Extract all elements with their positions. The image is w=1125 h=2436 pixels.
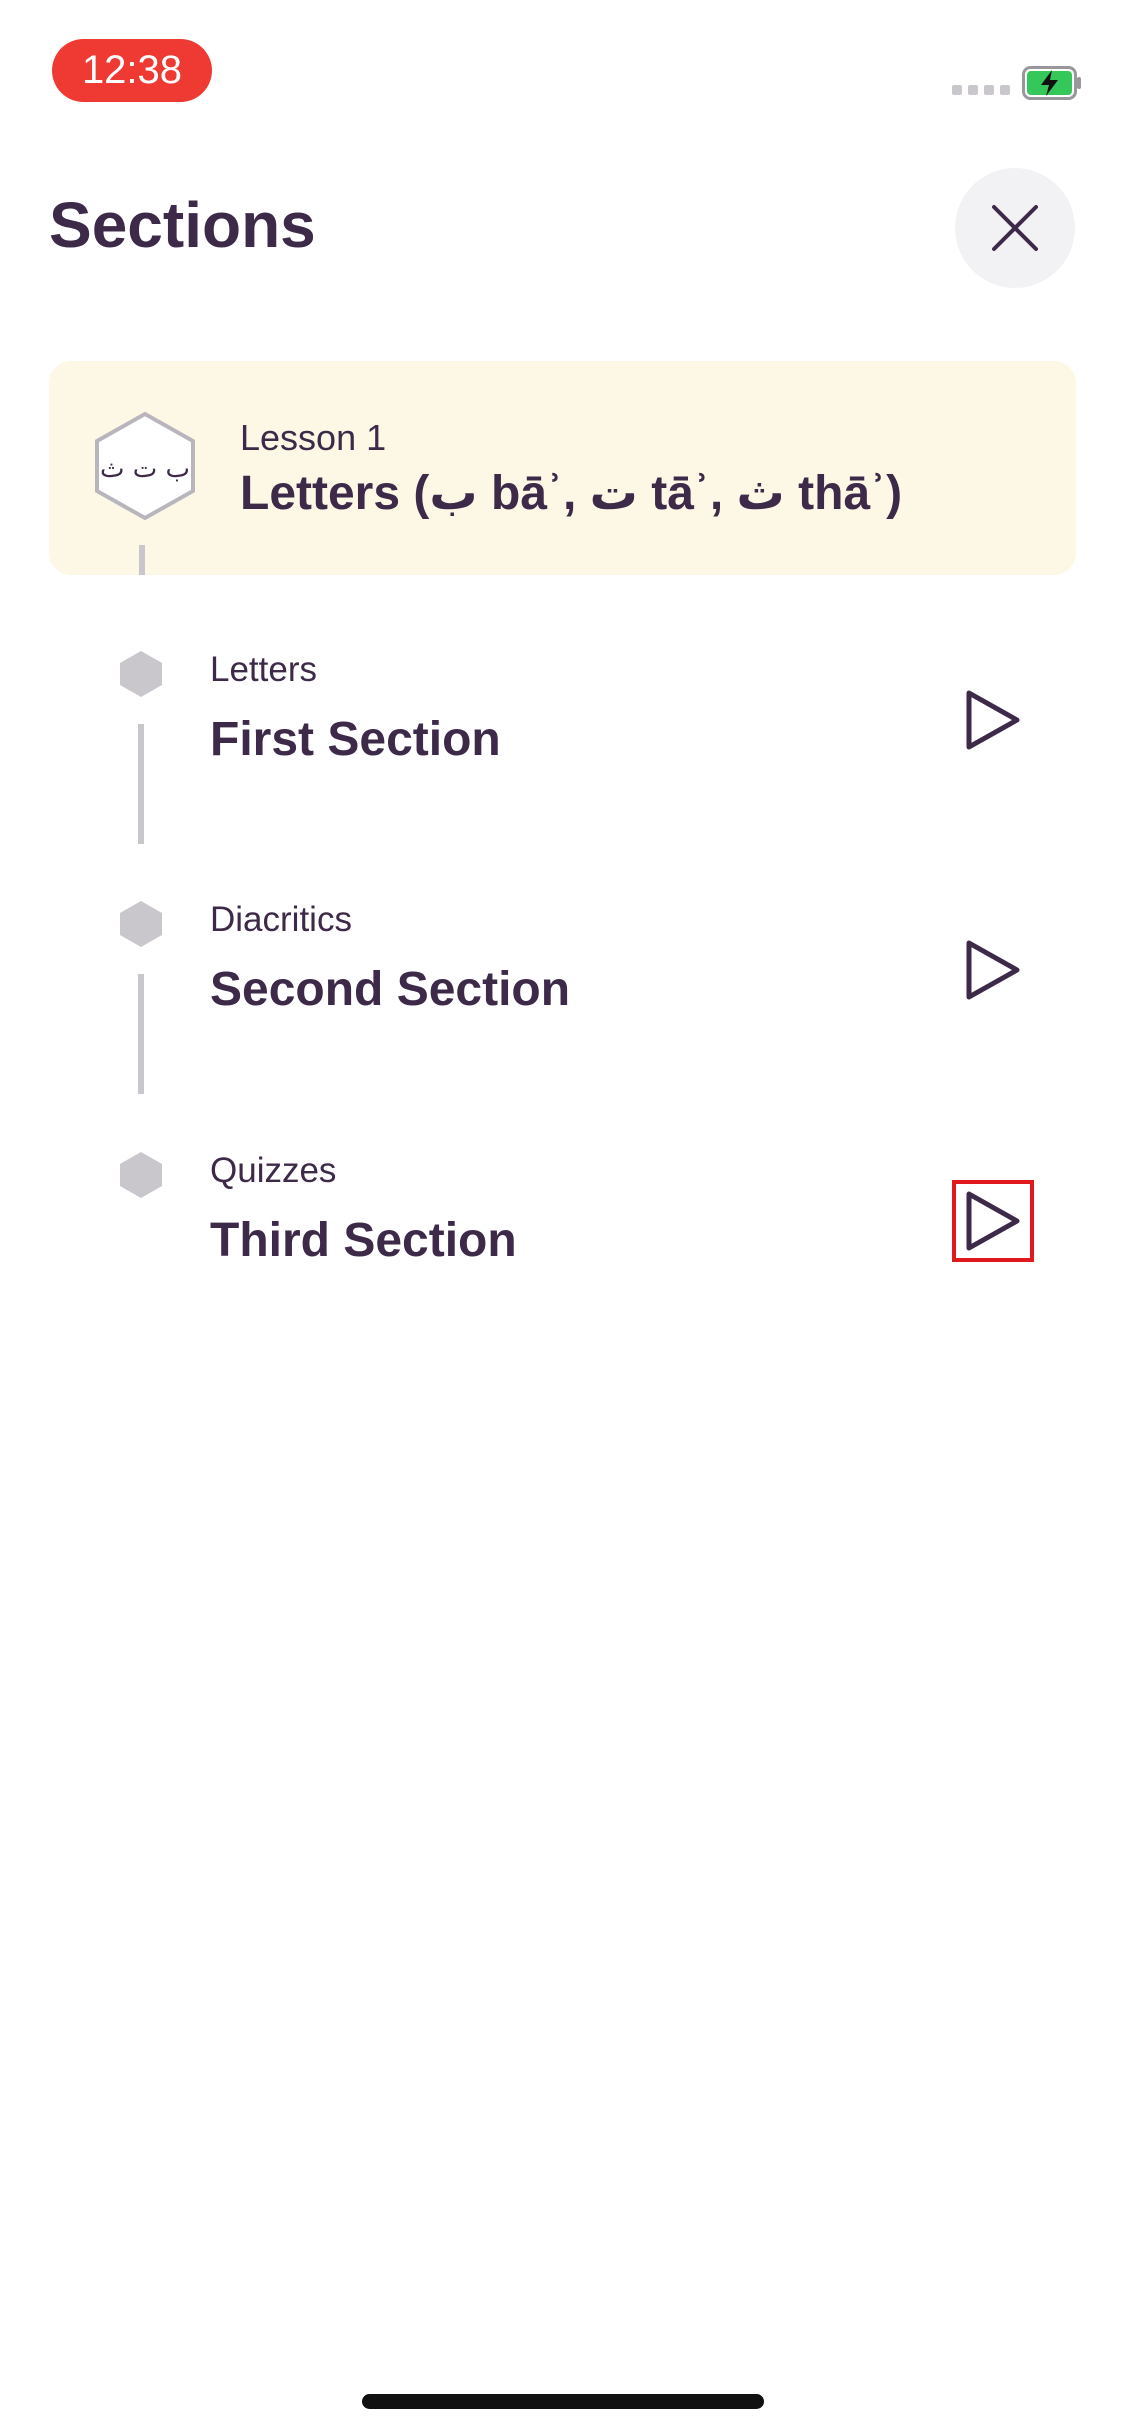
play-icon [966,940,1020,1000]
close-icon [992,205,1038,251]
section-title: Third Section [210,1214,517,1267]
section-label: Diacritics [210,900,352,939]
screen: 12:38 Sections ب ت ث Lesson 1 Letters (ب… [0,0,1125,2436]
section-title: Second Section [210,963,571,1016]
play-icon [966,1191,1020,1251]
play-button-second[interactable] [958,935,1028,1005]
play-icon [966,690,1020,750]
section-item-second[interactable]: Diacritics Second Section [0,900,1125,1150]
play-button-first[interactable] [958,685,1028,755]
section-label: Quizzes [210,1151,337,1190]
timeline-line [138,724,144,844]
home-indicator[interactable] [362,2394,764,2409]
section-item-first[interactable]: Letters First Section [0,650,1125,900]
page-title: Sections [49,189,316,261]
close-button[interactable] [955,168,1075,288]
section-label: Letters [210,650,317,689]
hexagon-icon [120,901,162,947]
lesson-badge-text: ب ت ث [100,454,190,484]
timeline-line [138,974,144,1094]
play-button-third[interactable] [952,1180,1034,1262]
timeline-connector [139,545,145,575]
lesson-number: Lesson 1 [240,417,387,458]
section-item-third[interactable]: Quizzes Third Section [0,1151,1125,1401]
status-time: 12:38 [52,39,212,102]
battery-charging-icon [1022,66,1081,100]
signal-icon [952,85,1010,95]
lesson-hexagon-icon: ب ت ث [95,411,195,521]
hexagon-icon [120,1152,162,1198]
hexagon-icon [120,651,162,697]
lesson-title: Letters (ب bāʾ, ت tāʾ, ث thāʾ) [240,467,903,520]
lesson-card[interactable]: ب ت ث Lesson 1 Letters (ب bāʾ, ت tāʾ, ث … [49,361,1076,575]
section-title: First Section [210,713,501,766]
